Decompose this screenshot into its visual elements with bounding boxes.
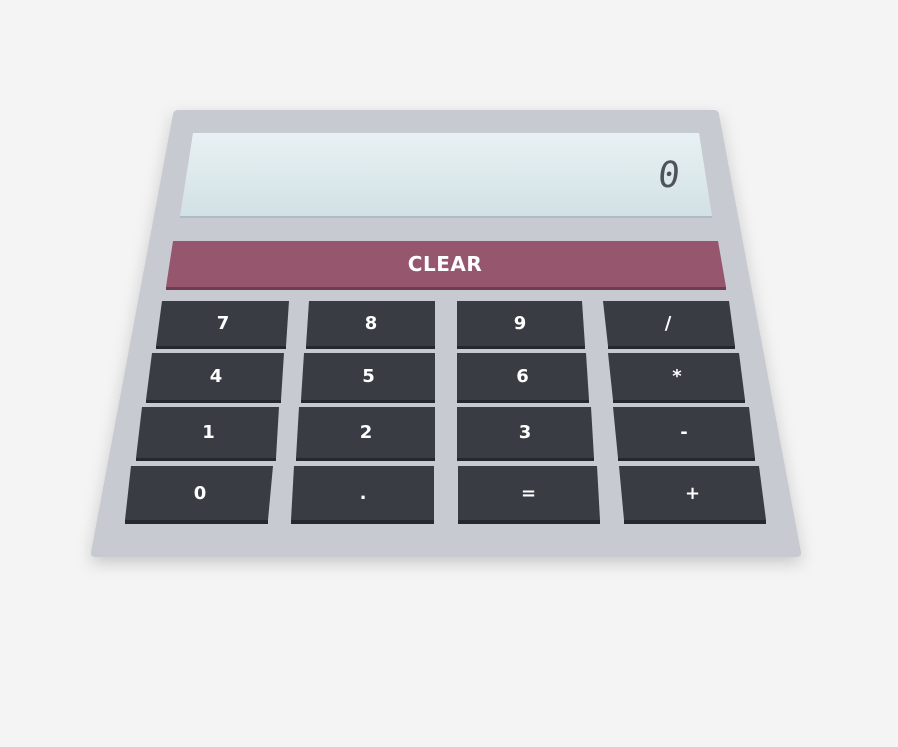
clear-button[interactable]: CLEAR [166,241,724,287]
calculator-body [0,0,898,747]
key-6[interactable]: 6 [457,353,588,400]
key-4[interactable]: 4 [149,353,283,400]
calculator-shape [90,110,802,557]
key-3[interactable]: 3 [457,407,593,458]
key-0[interactable]: 0 [128,466,272,520]
key-add[interactable]: + [621,466,764,520]
key-multiply[interactable]: * [610,353,744,400]
display-screen [180,133,712,216]
key-decimal[interactable]: . [292,466,434,520]
key-5[interactable]: 5 [302,353,435,400]
key-9[interactable]: 9 [457,301,583,346]
key-divide[interactable]: / [604,301,732,346]
key-7[interactable]: 7 [158,301,288,346]
display-value: 0 [656,154,684,196]
key-subtract[interactable]: - [615,407,753,458]
key-8[interactable]: 8 [307,301,435,346]
key-2[interactable]: 2 [297,407,435,458]
key-equals[interactable]: = [458,466,599,520]
key-1[interactable]: 1 [139,407,278,458]
calculator-app: 0 CLEAR 7 8 9 / 4 5 6 * 1 2 3 - 0 . = + [0,0,898,747]
